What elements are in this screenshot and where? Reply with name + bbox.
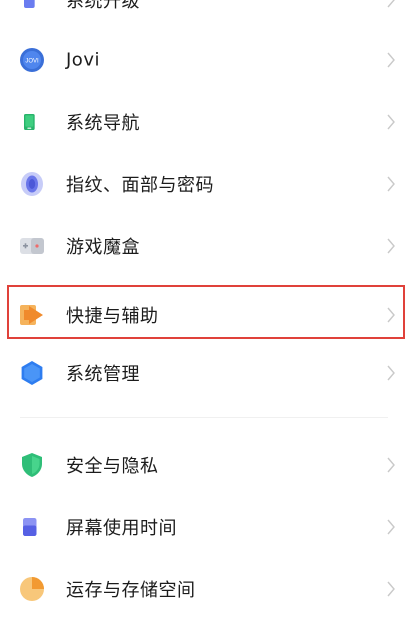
- chevron-right-icon: [387, 176, 395, 192]
- storage-icon: [20, 577, 44, 601]
- settings-item-security-privacy[interactable]: 安全与隐私: [0, 434, 408, 496]
- settings-item-shortcut-assist[interactable]: 快捷与辅助: [0, 284, 408, 346]
- settings-item-system-navigation[interactable]: 系统导航: [0, 91, 408, 153]
- settings-item-storage[interactable]: 运存与存储空间: [0, 558, 408, 620]
- system-management-icon: [21, 361, 43, 385]
- fingerprint-icon: [21, 172, 43, 196]
- section-divider: [20, 417, 388, 418]
- chevron-right-icon: [387, 365, 395, 381]
- settings-item-label: 系统升级: [66, 0, 140, 12]
- jovi-icon: JOVI: [20, 48, 44, 72]
- chevron-right-icon: [387, 114, 395, 130]
- security-privacy-icon: [22, 453, 42, 477]
- chevron-right-icon: [387, 238, 395, 254]
- screen-time-icon: [23, 518, 37, 536]
- settings-item-system-update[interactable]: 系统升级: [0, 0, 408, 31]
- shortcut-assist-icon: [20, 305, 43, 325]
- chevron-right-icon: [387, 457, 395, 473]
- settings-item-system-management[interactable]: 系统管理: [0, 342, 408, 404]
- settings-item-label: 系统管理: [66, 364, 140, 385]
- system-navigation-icon: [24, 114, 35, 130]
- chevron-right-icon: [387, 519, 395, 535]
- settings-item-label: 运存与存储空间: [66, 580, 196, 601]
- settings-item-label: 快捷与辅助: [66, 306, 159, 327]
- settings-item-label: 安全与隐私: [66, 456, 159, 477]
- chevron-right-icon: [387, 52, 395, 68]
- game-box-icon: [20, 238, 44, 254]
- svg-text:JOVI: JOVI: [25, 59, 39, 65]
- settings-item-label: 系统导航: [66, 113, 140, 134]
- system-update-icon: [24, 0, 35, 8]
- settings-item-fingerprint[interactable]: 指纹、面部与密码: [0, 153, 408, 215]
- settings-item-label: 屏幕使用时间: [66, 518, 177, 539]
- settings-item-screen-time[interactable]: 屏幕使用时间: [0, 496, 408, 558]
- settings-item-label: Jovi: [66, 49, 100, 71]
- settings-list: 系统升级 JOVI Jovi 系统导航 指纹、面部与密码 游戏魔盒 快捷与辅助 …: [0, 0, 408, 601]
- chevron-right-icon: [387, 307, 395, 323]
- settings-item-game-box[interactable]: 游戏魔盒: [0, 215, 408, 277]
- settings-item-label: 游戏魔盒: [66, 237, 140, 258]
- chevron-right-icon: [387, 0, 395, 8]
- settings-item-label: 指纹、面部与密码: [66, 175, 214, 196]
- settings-item-jovi[interactable]: JOVI Jovi: [0, 29, 408, 91]
